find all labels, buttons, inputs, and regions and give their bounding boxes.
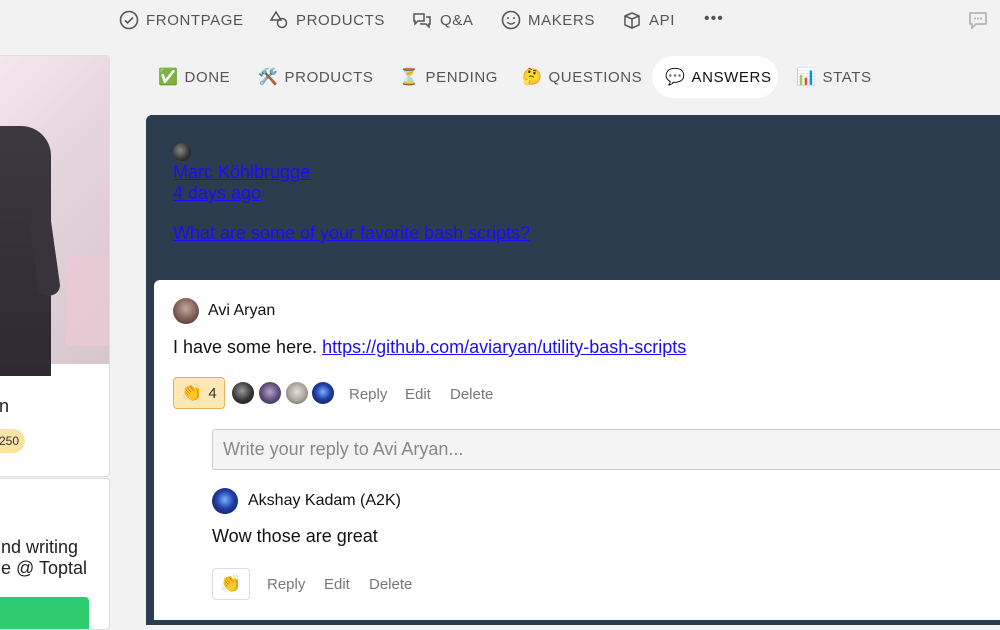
bio-line: nd writing <box>1 537 79 557</box>
nav-frontpage[interactable]: FRONTPAGE <box>119 10 244 30</box>
thinking-face-icon: 🤔 <box>522 69 543 86</box>
question-time-link[interactable]: 4 days ago <box>173 183 261 204</box>
tab-done[interactable]: ✅ DONE <box>158 56 230 98</box>
reply-text: Wow those are great <box>212 526 378 546</box>
answer-body: I have some here. <box>173 337 323 357</box>
tab-products[interactable]: 🛠️ PRODUCTS <box>258 56 374 98</box>
answer-author-name[interactable]: Avi Aryan <box>208 302 275 320</box>
tab-label: PRODUCTS <box>284 68 374 86</box>
clapper-avatar[interactable] <box>286 382 308 404</box>
smiley-icon <box>501 10 521 30</box>
question-author-link[interactable]: Marc Köhlbrugge <box>173 162 310 183</box>
reply-input[interactable] <box>212 429 1000 470</box>
question-title-link[interactable]: What are some of your favorite bash scri… <box>173 223 530 244</box>
check-mark-icon: ✅ <box>158 69 179 86</box>
nav-label: FRONTPAGE <box>146 11 244 29</box>
answer-card: Avi Aryan I have some here. https://gith… <box>154 280 1000 620</box>
nav-api[interactable]: API <box>622 10 675 30</box>
clap-count: 4 <box>208 384 217 402</box>
clap-button[interactable]: 👏 4 <box>173 377 225 409</box>
tab-questions[interactable]: 🤔 QUESTIONS <box>522 56 642 98</box>
reply-edit-button[interactable]: Edit <box>324 576 350 593</box>
profile-bio: nd writing e @ Toptal <box>1 537 87 579</box>
tab-label: QUESTIONS <box>548 68 643 86</box>
nav-label: PRODUCTS <box>296 11 385 29</box>
clap-icon: 👏 <box>220 574 242 593</box>
more-menu-icon[interactable]: ••• <box>704 10 724 28</box>
tab-stats[interactable]: 📊 STATS <box>796 56 872 98</box>
reply-delete-button[interactable]: Delete <box>369 576 412 593</box>
reply-reply-button[interactable]: Reply <box>267 576 305 593</box>
reply-button[interactable]: Reply <box>349 386 387 403</box>
nav-label: Q&A <box>440 11 474 29</box>
profile-photo <box>0 56 109 376</box>
nav-label: API <box>649 11 675 29</box>
answer-text: I have some here. https://github.com/avi… <box>173 337 686 358</box>
question-author-avatar[interactable] <box>173 143 191 161</box>
nav-makers[interactable]: MAKERS <box>501 10 595 30</box>
nav-products[interactable]: PRODUCTS <box>269 10 385 30</box>
clapper-avatar[interactable] <box>232 382 254 404</box>
reply-author-name[interactable]: Akshay Kadam (A2K) <box>248 492 401 510</box>
cube-icon <box>624 12 640 29</box>
points-badge: 250 <box>0 429 25 453</box>
profile-bio-card: nd writing e @ Toptal <box>0 478 110 630</box>
profile-card: n 250 <box>0 55 110 477</box>
delete-button[interactable]: Delete <box>450 386 493 403</box>
tab-label: PENDING <box>425 68 499 86</box>
reply-clap-button[interactable]: 👏 <box>212 568 250 600</box>
speech-bubble-icon: 💬 <box>665 69 686 86</box>
top-navigation: FRONTPAGE PRODUCTS Q&A MAKERS API ••• <box>0 0 1000 42</box>
bar-chart-icon: 📊 <box>796 69 817 86</box>
nav-qa[interactable]: Q&A <box>411 10 473 30</box>
edit-button[interactable]: Edit <box>405 386 431 403</box>
follow-button[interactable] <box>0 597 89 629</box>
tab-pending[interactable]: ⏳ PENDING <box>399 56 498 98</box>
answer-link[interactable]: https://github.com/aviaryan/utility-bash… <box>322 337 686 357</box>
tab-answers[interactable]: 💬 ANSWERS <box>652 56 778 98</box>
clapper-avatar[interactable] <box>312 382 334 404</box>
check-circle-icon <box>119 10 139 30</box>
tab-label: STATS <box>822 68 872 86</box>
nav-label: MAKERS <box>528 11 595 29</box>
chat-icon[interactable] <box>968 10 990 35</box>
answer-author-avatar[interactable] <box>173 298 199 324</box>
chat-bubbles-icon <box>413 13 431 29</box>
bio-line: e @ Toptal <box>1 558 87 578</box>
profile-name: n <box>0 396 10 416</box>
tab-label: ANSWERS <box>691 68 772 86</box>
tab-label: DONE <box>184 68 231 86</box>
shapes-icon <box>269 10 288 29</box>
clap-icon: 👏 <box>181 383 203 402</box>
hourglass-icon: ⏳ <box>399 69 420 86</box>
clapper-avatar[interactable] <box>259 382 281 404</box>
reply-author-avatar[interactable] <box>212 488 238 514</box>
tools-icon: 🛠️ <box>258 69 279 86</box>
